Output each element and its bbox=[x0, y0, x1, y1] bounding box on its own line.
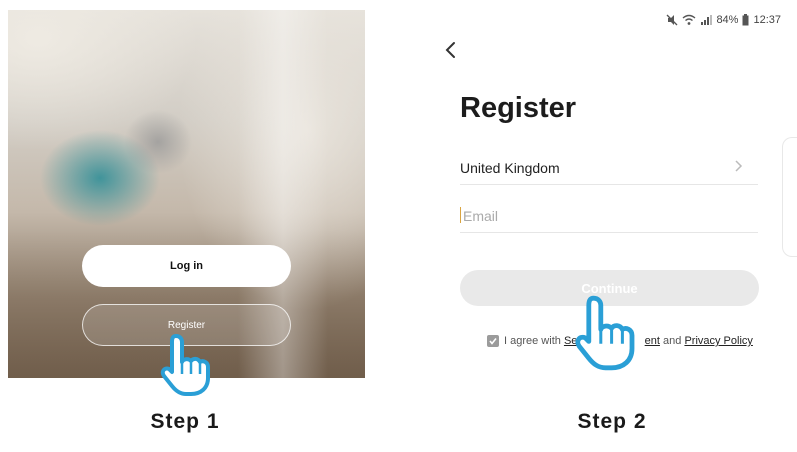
checkbox-checked-icon[interactable] bbox=[487, 335, 499, 347]
side-panel-handle[interactable] bbox=[782, 137, 797, 257]
page-title: Register bbox=[460, 92, 577, 124]
step2-caption: Step 2 bbox=[577, 410, 647, 433]
mute-icon bbox=[666, 14, 678, 26]
agree-and: and bbox=[663, 335, 682, 347]
status-bar: 84% 12:37 bbox=[666, 12, 781, 28]
battery-percent: 84% bbox=[716, 14, 739, 26]
country-selector[interactable]: United Kingdom bbox=[460, 150, 758, 185]
service-agreement-link-end[interactable]: ent bbox=[645, 335, 660, 347]
clock: 12:37 bbox=[753, 14, 781, 26]
email-field-row bbox=[460, 198, 758, 233]
battery-icon bbox=[742, 14, 749, 26]
step1-caption: Step 1 bbox=[150, 410, 220, 433]
country-value: United Kingdom bbox=[460, 160, 560, 176]
chevron-right-icon bbox=[735, 160, 743, 172]
email-input[interactable] bbox=[461, 204, 755, 228]
signal-icon bbox=[701, 15, 713, 25]
login-button[interactable]: Log in bbox=[82, 245, 291, 287]
login-button-label: Log in bbox=[170, 260, 203, 272]
agree-prefix: I agree with bbox=[504, 335, 561, 347]
back-arrow-icon[interactable] bbox=[442, 40, 462, 60]
pointing-hand-icon bbox=[575, 295, 635, 371]
pointing-hand-icon bbox=[160, 334, 210, 396]
wifi-icon bbox=[682, 14, 696, 25]
privacy-policy-link[interactable]: Privacy Policy bbox=[684, 335, 752, 347]
step1-app-screen: Log in Register bbox=[8, 10, 365, 378]
register-button-label: Register bbox=[167, 319, 206, 331]
